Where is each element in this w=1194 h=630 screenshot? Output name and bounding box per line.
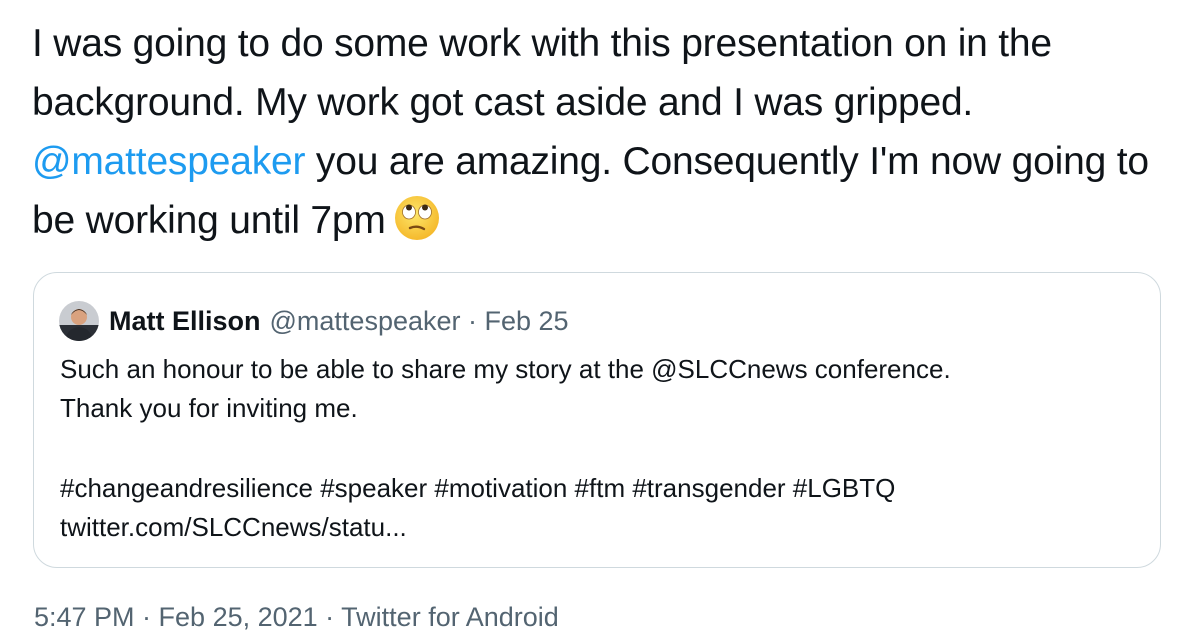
tweet-timestamp-source[interactable]: 5:47 PM · Feb 25, 2021 · Twitter for And… xyxy=(34,602,559,630)
tweet-detail: I was going to do some work with this pr… xyxy=(0,0,1194,630)
quoted-tweet-body: Such an honour to be able to share my st… xyxy=(60,350,1140,547)
author-name[interactable]: Matt Ellison xyxy=(109,306,261,337)
author-handle-date[interactable]: @mattespeaker · Feb 25 xyxy=(270,306,569,337)
tweet-text-part-1: I was going to do some work with this pr… xyxy=(32,22,1052,124)
avatar-image xyxy=(59,301,99,341)
avatar[interactable] xyxy=(59,301,99,341)
mention-link[interactable]: @mattespeaker xyxy=(32,140,305,183)
tweet-text: I was going to do some work with this pr… xyxy=(32,14,1172,250)
quoted-tweet-hashtags: #changeandresilience #speaker #motivatio… xyxy=(60,473,896,503)
quoted-tweet-link: twitter.com/SLCCnews/statu... xyxy=(60,512,407,542)
quoted-tweet-header: Matt Ellison @mattespeaker · Feb 25 xyxy=(59,301,569,341)
quoted-tweet-line-2: Thank you for inviting me. xyxy=(60,393,358,423)
quoted-tweet-card[interactable]: Matt Ellison @mattespeaker · Feb 25 Such… xyxy=(33,272,1161,568)
quoted-tweet-line-1: Such an honour to be able to share my st… xyxy=(60,354,951,384)
rolling-eyes-emoji-icon xyxy=(394,196,439,240)
